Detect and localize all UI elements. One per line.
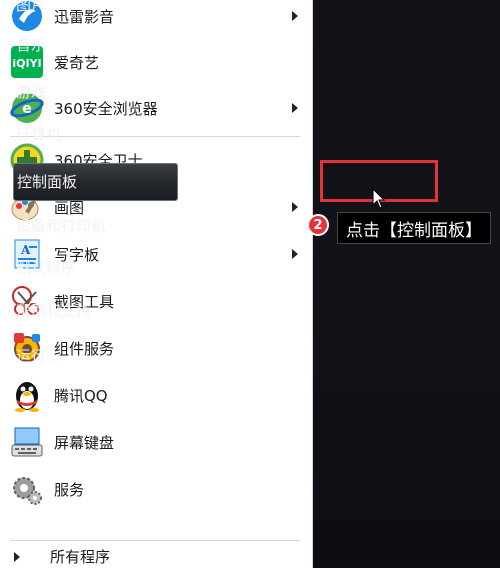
svg-text:iQIYI: iQIYI	[12, 57, 41, 70]
separator	[10, 540, 300, 541]
menu-item-devices-printers[interactable]: 设备和打印机	[16, 215, 106, 236]
menu-item-music[interactable]: 音乐	[16, 34, 46, 55]
all-programs-button[interactable]: 所有程序	[0, 545, 312, 568]
menu-item-computer[interactable]: 计算机	[16, 124, 61, 145]
program-label: 组件服务	[54, 339, 115, 358]
program-item-services[interactable]: 服务	[0, 467, 312, 511]
program-label: 360安全浏览器	[54, 99, 158, 118]
submenu-arrow-icon	[292, 202, 298, 212]
menu-item-control-panel[interactable]: 控制面板	[13, 163, 178, 201]
menu-item-run[interactable]: 运行...	[16, 345, 60, 366]
callout-box: 点击【控制面板】	[337, 212, 491, 244]
program-label: 服务	[54, 480, 85, 499]
gears-icon	[8, 470, 46, 508]
callout-text: 点击【控制面板】	[346, 220, 482, 241]
submenu-arrow-icon	[292, 11, 298, 21]
program-item-osk[interactable]: 屏幕键盘	[0, 420, 312, 464]
expand-triangle-icon	[14, 551, 20, 562]
keyboard-icon	[8, 423, 46, 461]
program-item-xunlei[interactable]: 迅雷影音	[0, 0, 312, 38]
menu-item-games[interactable]: 游戏	[16, 81, 46, 102]
svg-text:e: e	[22, 101, 32, 117]
menu-item-pictures[interactable]: 图片	[16, 0, 46, 15]
program-label: 屏幕键盘	[54, 433, 115, 452]
step-number-badge: 2	[307, 214, 329, 236]
submenu-arrow-icon	[292, 249, 298, 259]
program-item-iqiyi[interactable]: iQIYI 爱奇艺	[0, 40, 312, 84]
programs-panel: 迅雷影音 iQIYI 爱奇艺 e 360安全浏览器 360安全卫士 画图 A 写…	[0, 0, 313, 568]
program-label: 爱奇艺	[54, 53, 100, 72]
submenu-arrow-icon	[292, 103, 298, 113]
program-label: 迅雷影音	[54, 7, 115, 26]
all-programs-label: 所有程序	[50, 548, 111, 566]
menu-item-help-support[interactable]: 帮助和支持	[16, 300, 91, 321]
svg-text:A: A	[20, 243, 31, 257]
program-label: 腾讯QQ	[54, 386, 108, 405]
program-item-qq[interactable]: 腾讯QQ	[0, 373, 312, 417]
mouse-cursor-icon	[372, 188, 386, 209]
menu-item-default-programs[interactable]: 默认程序	[16, 257, 76, 278]
places-panel	[313, 0, 500, 568]
qq-penguin-icon	[8, 376, 46, 414]
